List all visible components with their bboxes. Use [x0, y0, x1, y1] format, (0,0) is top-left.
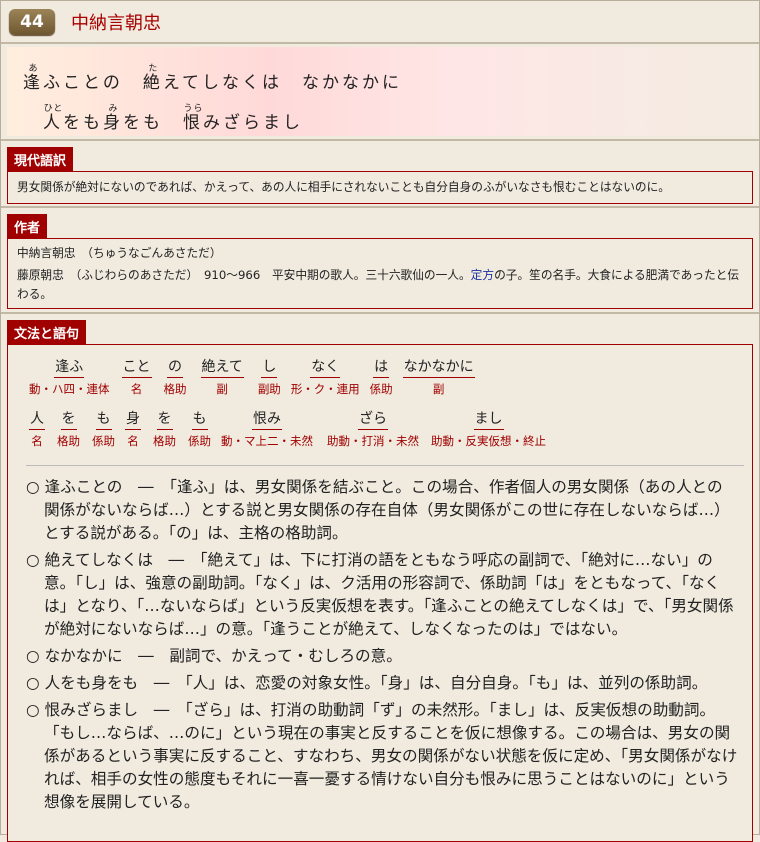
grammar-part-of-speech: 副: [432, 382, 445, 396]
grammar-part-of-speech: 名: [130, 382, 143, 396]
grammar-item: ざら助動・打消・未然: [327, 411, 419, 451]
grammar-heading: 文法と語句: [7, 320, 87, 344]
poem-kana: をも: [123, 113, 183, 133]
grammar-word: なく: [310, 359, 341, 378]
poem-kana: えてしなくは なかなかに: [162, 73, 402, 93]
author-bio-text: 藤原朝忠 （ふじわらのあさただ） 910～966 平安中期の歌人。三十六歌仙の一…: [17, 268, 471, 282]
grammar-part-of-speech: 係助: [188, 434, 211, 448]
grammar-part-of-speech: 動・ハ四・連体: [29, 382, 110, 396]
poem-kana: みざらまし: [203, 113, 303, 133]
grammar-item: なかなかに副: [402, 359, 475, 399]
poem-text: 逢あ ふことの 絶た えてしなくは なかなかに 人ひと をも 身み をも 恨うら みざらまし: [7, 47, 756, 136]
grammar-item: は係助: [370, 359, 393, 399]
author-bio: 藤原朝忠 （ふじわらのあさただ） 910～966 平安中期の歌人。三十六歌仙の一…: [17, 266, 743, 304]
grammar-note: ○ 人をも身をも ― 「人」は、恋愛の対象女性。「身」は、自分自身。「も」は、並…: [26, 674, 708, 692]
grammar-part-of-speech: 副助: [257, 382, 281, 396]
poem-kana: ふことの: [43, 73, 143, 93]
poem-ruby-word: 身み: [103, 104, 123, 133]
grammar-word: 身: [125, 411, 141, 430]
poem-ruby-word: 恨うら: [183, 104, 203, 133]
grammar-item: を格助: [153, 411, 176, 451]
translation-text: 男女関係が絶対にないのであれば、かえって、あの人に相手にされないことも自分自身の…: [7, 171, 753, 204]
grammar-word: も: [95, 411, 112, 430]
grammar-word: 逢ふ: [54, 359, 85, 378]
grammar-note: ○ 恨みざらまし ― 「ざら」は、打消の助動詞「ず」の未然形。「まし」は、反実仮…: [26, 701, 738, 811]
grammar-item: 人名: [29, 411, 45, 451]
grammar-word: 人: [29, 411, 45, 430]
poem-ruby-word: 逢あ: [23, 64, 43, 93]
poem-kanji: 絶: [142, 73, 163, 93]
poem-kanji: 逢: [23, 73, 43, 93]
poem-line-2: 人ひと をも 身み をも 恨うら みざらまし: [7, 93, 756, 133]
poet-title: 中納言朝忠: [71, 12, 161, 34]
grammar-word: の: [167, 359, 183, 378]
grammar-word: は: [373, 359, 390, 378]
poem-furigana: ひと: [43, 104, 63, 114]
grammar-item: も係助: [92, 411, 115, 451]
author-name: 中納言朝忠 （ちゅうなごんあさただ）: [17, 246, 222, 260]
grammar-item: 逢ふ 動・ハ四・連体: [29, 359, 110, 399]
poem-kana: をも: [63, 113, 103, 133]
poem-kanji: 恨: [183, 113, 203, 133]
grammar-part-of-speech: 名: [127, 434, 139, 448]
grammar-item: 恨み動・マ上二・未然: [221, 411, 313, 451]
poem-line-1: 逢あ ふことの 絶た えてしなくは なかなかに: [7, 53, 756, 93]
grammar-part-of-speech: 格助: [153, 434, 176, 448]
poem-ruby-word: 絶た: [143, 64, 163, 93]
grammar-item: なく 形・ク・連用: [291, 359, 360, 399]
grammar-item: 身名: [125, 411, 141, 451]
grammar-part-of-speech: 形・ク・連用: [290, 382, 360, 396]
poem-kanji: 人: [43, 113, 63, 133]
translation-heading: 現代語訳: [7, 147, 74, 171]
grammar-part-of-speech: 係助: [369, 382, 393, 396]
grammar-word: し: [261, 359, 278, 378]
grammar-part-of-speech: 動・マ上二・未然: [221, 434, 313, 448]
grammar-row-2: 人名を格助も係助身名を格助も係助 恨み 動・マ上二・未然 ざら 助動・打消・未然 まし 助動…: [16, 411, 744, 451]
grammar-item: 絶えて副: [200, 359, 244, 399]
grammar-part-of-speech: 副: [216, 382, 228, 396]
poem-furigana: み: [103, 104, 123, 114]
grammar-item: も係助: [188, 411, 211, 451]
grammar-item: し副助: [258, 359, 281, 399]
grammar-note: ○ なかなかに ― 副詞で、かえって・むしろの意。: [26, 647, 402, 665]
grammar-item: まし助動・反実仮想・終止: [431, 411, 546, 451]
grammar-part-of-speech: 助動・反実仮想・終止: [431, 434, 546, 448]
author-section: 作者 中納言朝忠 （ちゅうなごんあさただ） 藤原朝忠 （ふじわらのあさただ） 9…: [1, 208, 759, 309]
poem-kanji: 身: [103, 113, 123, 133]
grammar-word: まし: [473, 411, 504, 430]
poem-header: 44 中納言朝忠: [1, 1, 759, 44]
grammar-word: ざら: [358, 411, 388, 430]
translation-section: 現代語訳 男女関係が絶対にないのであれば、かえって、あの人に相手にされないことも…: [1, 141, 759, 204]
grammar-part-of-speech: 格助: [163, 382, 187, 396]
grammar-item: を格助: [57, 411, 80, 451]
poem-furigana: うら: [183, 104, 203, 114]
sadakata-link[interactable]: 定方: [471, 268, 494, 282]
grammar-part-of-speech: 係助: [92, 434, 115, 448]
author-heading: 作者: [7, 214, 48, 238]
poem-furigana: た: [142, 64, 163, 74]
grammar-note: ○ 絶えてしなくは ― 「絶えて」は、下に打消の語をともなう呼応の副詞で、「絶対…: [26, 551, 734, 638]
poem-furigana: あ: [23, 64, 43, 74]
grammar-part-of-speech: 助動・打消・未然: [327, 434, 419, 448]
grammar-part-of-speech: 名: [31, 434, 43, 448]
grammar-part-of-speech: 格助: [57, 434, 80, 448]
grammar-item: の格助: [164, 359, 187, 399]
grammar-word: 恨み: [252, 411, 282, 430]
grammar-word: も: [191, 411, 208, 430]
grammar-notes: ○ 逢ふことの ― 「逢ふ」は、男女関係を結ぶこと。この場合、作者個人の男女関係…: [26, 465, 744, 814]
grammar-word: を: [156, 411, 173, 430]
grammar-word: を: [60, 411, 77, 430]
poem-ruby-word: 人ひと: [43, 104, 63, 133]
grammar-section: 文法と語句 逢ふ 動・ハ四・連体 こと名の格助 絶えて副し副助 なく 形・ク・連用は係助な…: [1, 314, 759, 842]
grammar-item: こと名: [121, 359, 152, 399]
grammar-note: ○ 逢ふことの ― 「逢ふ」は、男女関係を結ぶこと。この場合、作者個人の男女関係…: [26, 478, 730, 542]
grammar-word: 絶えて: [200, 359, 244, 378]
grammar-word: なかなかに: [402, 359, 475, 378]
grammar-row-1: 逢ふ 動・ハ四・連体 こと名の格助 絶えて副し副助 なく 形・ク・連用は係助 なかなかに副: [16, 359, 744, 399]
grammar-word: こと: [121, 359, 152, 378]
poem-number-badge: 44: [9, 8, 55, 35]
